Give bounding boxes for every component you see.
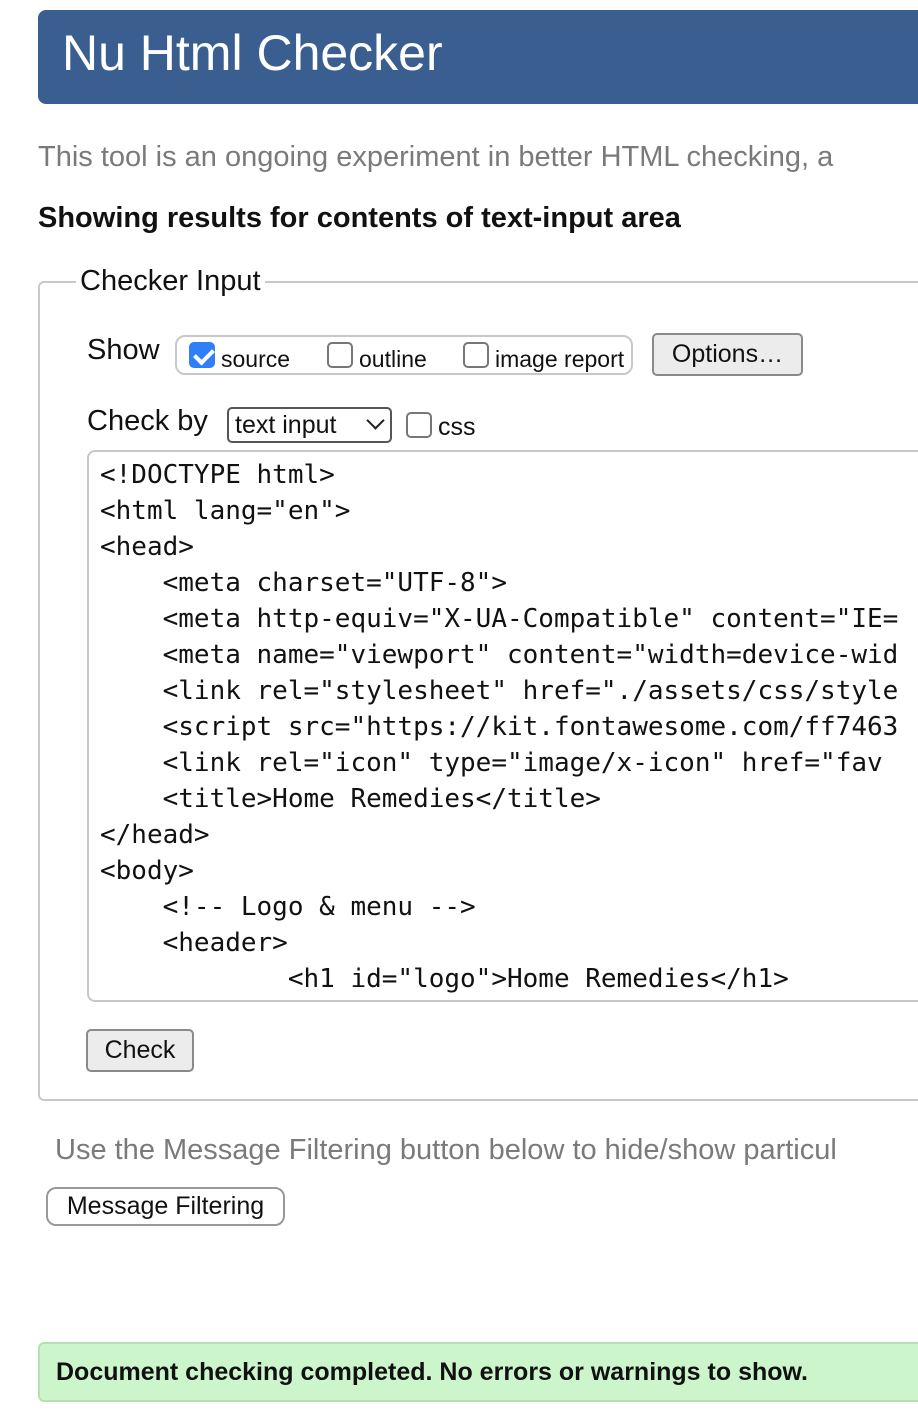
- checker-input-fieldset: Checker Input Show source outline image …: [38, 265, 918, 1101]
- show-image-report-checkbox[interactable]: [463, 342, 489, 368]
- source-code: <!DOCTYPE html> <html lang="en"> <head> …: [100, 457, 898, 997]
- check-by-value: text input: [235, 410, 337, 439]
- source-textarea[interactable]: <!DOCTYPE html> <html lang="en"> <head> …: [87, 450, 918, 1002]
- chevron-down-icon: [366, 411, 385, 430]
- show-source-checkbox[interactable]: [189, 342, 215, 368]
- check-by-select[interactable]: text input: [227, 407, 392, 443]
- code-line: <title>Home Remedies</title>: [100, 784, 601, 814]
- filter-note: Use the Message Filtering button below t…: [55, 1134, 837, 1166]
- show-outline-option[interactable]: outline: [327, 339, 427, 372]
- checker-input-legend: Checker Input: [76, 265, 265, 298]
- show-image-report-label: image report: [495, 345, 625, 372]
- show-outline-label: outline: [359, 345, 427, 372]
- status-message: Document checking completed. No errors o…: [56, 1358, 808, 1386]
- code-line: <html lang="en">: [100, 496, 351, 526]
- code-line: <script src="https://kit.fontawesome.com…: [100, 712, 899, 742]
- code-line: <!-- Logo & menu -->: [100, 892, 476, 922]
- code-line: </head>: [100, 820, 210, 850]
- css-label: css: [438, 413, 476, 441]
- check-by-label: Check by: [87, 405, 208, 437]
- intro-text: This tool is an ongoing experiment in be…: [38, 141, 834, 173]
- code-line: <meta charset="UTF-8">: [100, 568, 507, 598]
- message-filtering-button[interactable]: Message Filtering: [46, 1187, 285, 1226]
- code-line: <link rel="icon" type="image/x-icon" hre…: [100, 748, 883, 778]
- show-source-option[interactable]: source: [189, 339, 291, 372]
- code-line: <meta name="viewport" content="width=dev…: [100, 640, 899, 670]
- page-title: Nu Html Checker: [62, 25, 443, 81]
- header-banner: Nu Html Checker: [38, 10, 918, 104]
- code-line: <link rel="stylesheet" href="./assets/cs…: [100, 676, 899, 706]
- css-checkbox[interactable]: [406, 411, 432, 438]
- status-success-box: Document checking completed. No errors o…: [38, 1342, 918, 1402]
- code-line: <meta http-equiv="X-UA-Compatible" conte…: [100, 604, 899, 634]
- code-line: <header>: [100, 928, 288, 958]
- show-label: Show: [87, 334, 160, 366]
- options-button[interactable]: Options…: [652, 333, 803, 376]
- code-line: <h1 id="logo">Home Remedies</h1>: [100, 964, 789, 994]
- show-outline-checkbox[interactable]: [327, 342, 353, 368]
- code-line: <head>: [100, 532, 194, 562]
- results-heading: Showing results for contents of text-inp…: [38, 202, 681, 234]
- show-source-label: source: [221, 345, 291, 372]
- css-option[interactable]: css: [406, 407, 476, 442]
- check-button[interactable]: Check: [86, 1029, 194, 1072]
- show-options-group: source outline image report: [175, 335, 633, 375]
- page: Nu Html Checker This tool is an ongoing …: [0, 0, 918, 1426]
- code-line: <body>: [100, 856, 194, 886]
- show-image-report-option[interactable]: image report: [463, 339, 625, 372]
- code-line: <!DOCTYPE html>: [100, 460, 335, 490]
